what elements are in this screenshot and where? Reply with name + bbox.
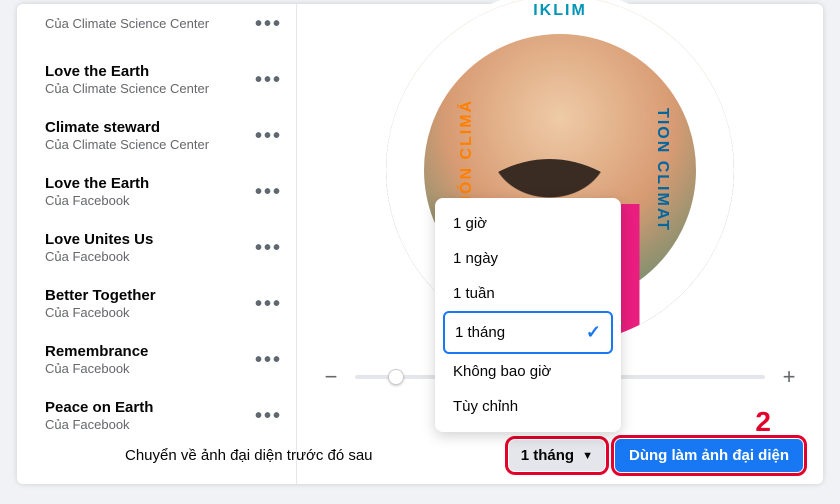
profile-frame-dialog: Của Climate Science Center ••• Love the … <box>17 4 823 484</box>
zoom-out-icon[interactable]: − <box>317 364 345 390</box>
frame-thumbnail <box>17 172 35 212</box>
option-label: 1 tháng <box>455 324 505 341</box>
frame-thumbnail <box>17 60 35 100</box>
ring-text-top: IKLIM <box>533 2 587 20</box>
frame-thumbnail <box>17 284 35 324</box>
more-icon[interactable]: ••• <box>255 181 282 204</box>
frame-subtitle: Của Facebook <box>45 305 255 321</box>
more-icon[interactable]: ••• <box>255 237 282 260</box>
frame-subtitle: Của Climate Science Center <box>45 81 255 97</box>
more-icon[interactable]: ••• <box>255 293 282 316</box>
option-label: 1 tuần <box>453 285 495 302</box>
frame-title: Remembrance <box>45 343 255 361</box>
zoom-thumb[interactable] <box>388 369 404 385</box>
frame-title: Love the Earth <box>45 175 255 193</box>
use-as-profile-button[interactable]: Dùng làm ảnh đại diện <box>615 439 803 472</box>
frame-title: Peace on Earth <box>45 399 255 417</box>
annotation-marker-2: 2 <box>755 406 771 438</box>
check-icon: ✓ <box>586 322 601 343</box>
more-icon[interactable]: ••• <box>255 349 282 372</box>
frame-subtitle: Của Climate Science Center <box>45 137 255 153</box>
duration-option[interactable]: 1 giờ <box>443 206 613 241</box>
duration-option[interactable]: 1 tuần <box>443 276 613 311</box>
more-icon[interactable]: ••• <box>255 13 282 36</box>
more-icon[interactable]: ••• <box>255 405 282 428</box>
frame-subtitle: Của Facebook <box>45 417 255 433</box>
frame-subtitle: Của Facebook <box>45 193 255 209</box>
revert-label: Chuyển về ảnh đại diện trước đó sau <box>37 447 373 464</box>
frame-thumbnail <box>17 396 35 436</box>
option-label: Không bao giờ <box>453 363 551 380</box>
duration-select-button[interactable]: 1 tháng ▼ <box>509 440 605 471</box>
caret-down-icon: ▼ <box>582 450 593 462</box>
frame-thumbnail <box>17 228 35 268</box>
more-icon[interactable]: ••• <box>255 125 282 148</box>
frame-subtitle: Của Climate Science Center <box>45 16 255 32</box>
frame-title: Love Unites Us <box>45 231 255 249</box>
frame-list-item[interactable]: Peace on Earth Của Facebook ••• <box>17 388 296 444</box>
option-label: 1 giờ <box>453 215 487 232</box>
option-label: Tùy chỉnh <box>453 398 518 415</box>
frame-list-item[interactable]: Remembrance Của Facebook ••• <box>17 332 296 388</box>
frame-list-item[interactable]: Love Unites Us Của Facebook ••• <box>17 220 296 276</box>
frame-thumbnail <box>17 4 35 44</box>
frame-title: Climate steward <box>45 119 255 137</box>
duration-option[interactable]: Không bao giờ <box>443 354 613 389</box>
frame-list-item[interactable]: Better Together Của Facebook ••• <box>17 276 296 332</box>
ring-text-right: TION CLIMAT <box>653 108 671 232</box>
duration-value: 1 tháng <box>521 447 574 464</box>
frame-subtitle: Của Facebook <box>45 249 255 265</box>
more-icon[interactable]: ••• <box>255 69 282 92</box>
frame-thumbnail <box>17 116 35 156</box>
zoom-in-icon[interactable]: + <box>775 364 803 390</box>
frame-title: Better Together <box>45 287 255 305</box>
frame-list-sidebar: Của Climate Science Center ••• Love the … <box>17 4 297 484</box>
dialog-footer: Chuyển về ảnh đại diện trước đó sau 1 th… <box>17 439 823 472</box>
frame-thumbnail <box>17 340 35 380</box>
duration-dropdown: 1 giờ 1 ngày 1 tuần 1 tháng ✓ Không bao … <box>435 198 621 432</box>
duration-option[interactable]: 1 ngày <box>443 241 613 276</box>
duration-option-selected[interactable]: 1 tháng ✓ <box>443 311 613 354</box>
frame-list-item[interactable]: Climate steward Của Climate Science Cent… <box>17 108 296 164</box>
frame-list-item[interactable]: Love the Earth Của Climate Science Cente… <box>17 52 296 108</box>
frame-title: Love the Earth <box>45 63 255 81</box>
duration-option[interactable]: Tùy chỉnh <box>443 389 613 424</box>
option-label: 1 ngày <box>453 250 498 267</box>
frame-list-item[interactable]: Của Climate Science Center ••• <box>17 4 296 52</box>
frame-list-item[interactable]: Love the Earth Của Facebook ••• <box>17 164 296 220</box>
frame-subtitle: Của Facebook <box>45 361 255 377</box>
